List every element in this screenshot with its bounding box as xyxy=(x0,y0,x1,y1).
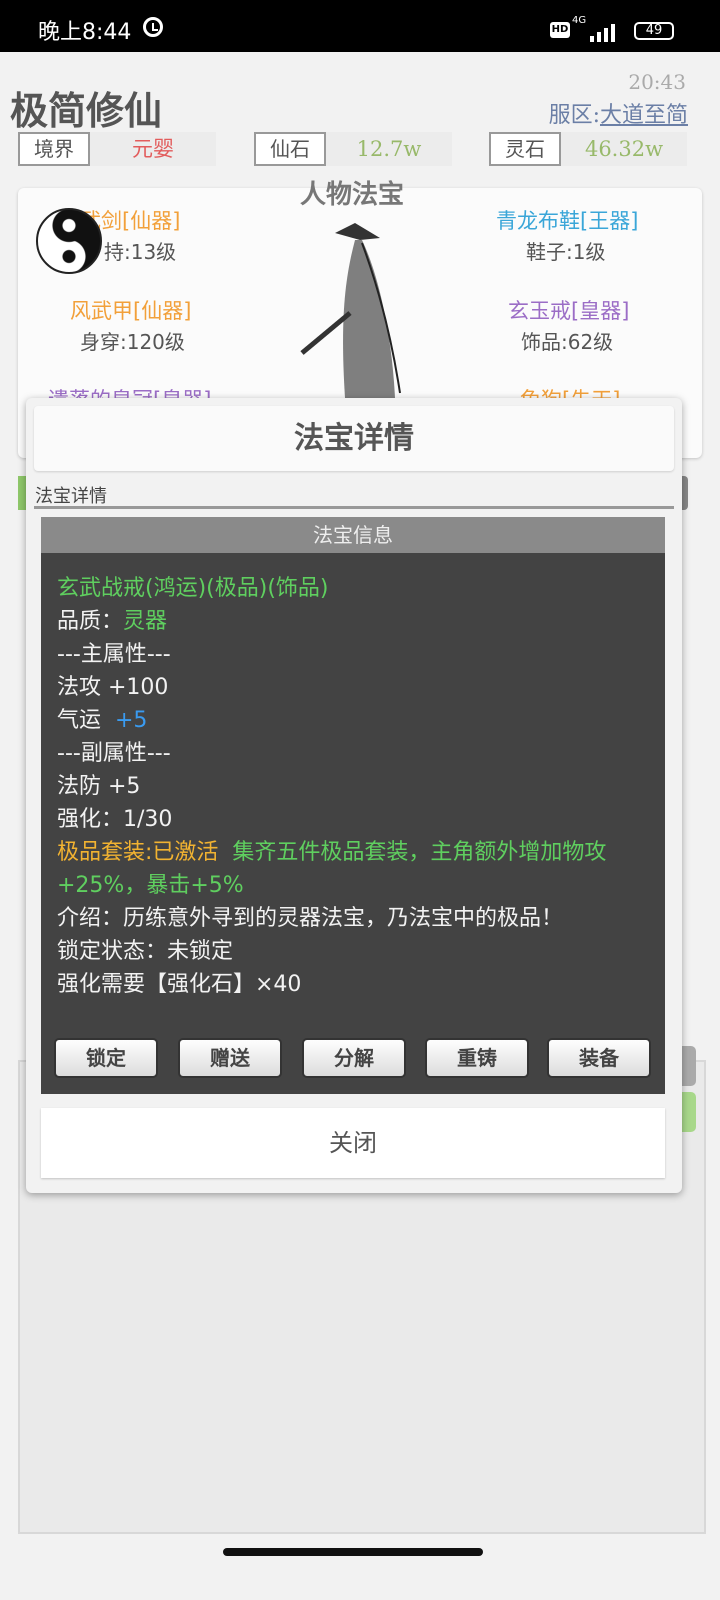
server-label: 服区: xyxy=(548,103,600,128)
lock-button[interactable]: 锁定 xyxy=(54,1038,158,1078)
equip-ring-level: 饰品:62级 xyxy=(521,330,614,354)
set-description: 集齐五件极品套装，主角额外增加物攻 xyxy=(232,840,607,865)
alarm-icon xyxy=(143,17,163,37)
item-name: 玄武战戒(鸿运)(极品)(饰品) xyxy=(57,576,329,601)
decompose-button[interactable]: 分解 xyxy=(302,1038,406,1078)
recast-button[interactable]: 重铸 xyxy=(425,1038,529,1078)
battery-level: 49 xyxy=(645,23,663,38)
item-intro: 介绍：历练意外寻到的灵器法宝，乃法宝中的极品！ xyxy=(57,906,564,931)
quality-label: 品质： xyxy=(57,609,124,634)
dialog-subtitle: 法宝详情 xyxy=(35,486,107,507)
hd-icon: HD xyxy=(550,22,570,38)
equip-ring-name[interactable]: 玄玉戒[皇器] xyxy=(508,295,629,325)
yin-yang-icon[interactable] xyxy=(36,208,102,274)
equip-weapon-level: 持:13级 xyxy=(104,240,177,264)
realm-value: 元婴 xyxy=(90,132,216,166)
divider xyxy=(34,506,674,509)
sub-attr-header: ---副属性--- xyxy=(57,741,171,766)
main-attr-header: ---主属性--- xyxy=(57,642,171,667)
character-figure-icon xyxy=(300,223,401,398)
status-bar: 晚上8:44 HD 4G 49 xyxy=(0,0,720,52)
set-bonus-row: 极品套装:已激活 集齐五件极品套装，主角额外增加物攻 xyxy=(57,834,606,866)
equip-shoes-level: 鞋子:1级 xyxy=(526,240,606,264)
equip-shoes-name[interactable]: 青龙布鞋[王器] xyxy=(496,205,638,235)
server-name[interactable]: 大道至简 xyxy=(600,103,688,128)
game-clock: 20:43 xyxy=(628,70,686,94)
game-title: 极简修仙 xyxy=(10,89,163,133)
quality-row: 品质：灵器 xyxy=(57,603,167,635)
lock-status: 锁定状态：未锁定 xyxy=(57,939,234,964)
status-time: 晚上8:44 xyxy=(38,20,132,45)
equip-armor-name[interactable]: 风武甲[仙器] xyxy=(70,295,191,325)
main-attr-luck-label: 气运 xyxy=(57,708,115,733)
equip-button[interactable]: 装备 xyxy=(547,1038,651,1078)
treasure-info-title: 法宝信息 xyxy=(41,517,665,553)
immortal-stone-label: 仙石 xyxy=(254,132,326,166)
main-attr-luck-row: 气运 +5 xyxy=(57,702,147,734)
gift-button[interactable]: 赠送 xyxy=(178,1038,282,1078)
spirit-stone-label: 灵石 xyxy=(489,132,561,166)
signal-icon xyxy=(580,20,624,42)
enhance-requirement: 强化需要【强化石】×40 xyxy=(57,972,302,997)
home-indicator[interactable] xyxy=(223,1548,483,1556)
set-description-cont: +25%，暴击+5% xyxy=(57,873,244,898)
main-attr-luck-value: +5 xyxy=(115,708,148,733)
realm-label: 境界 xyxy=(18,132,90,166)
dialog-title: 法宝详情 xyxy=(34,406,674,471)
spirit-stone-value: 46.32w xyxy=(561,132,687,166)
main-attr-magic-attack: 法攻 +100 xyxy=(57,675,169,700)
close-button[interactable]: 关闭 xyxy=(41,1108,665,1178)
battery-icon: 49 xyxy=(634,22,674,40)
equip-armor-level: 身穿:120级 xyxy=(80,330,185,354)
enhance-level: 强化：1/30 xyxy=(57,807,173,832)
set-status: 极品套装:已激活 xyxy=(57,840,219,865)
equipment-panel-title: 人物法宝 xyxy=(300,180,405,210)
immortal-stone-value: 12.7w xyxy=(326,132,452,166)
quality-value: 灵器 xyxy=(123,609,168,634)
server-info[interactable]: 服区:大道至简 xyxy=(549,97,688,129)
sub-attr-magic-defense: 法防 +5 xyxy=(57,774,141,799)
